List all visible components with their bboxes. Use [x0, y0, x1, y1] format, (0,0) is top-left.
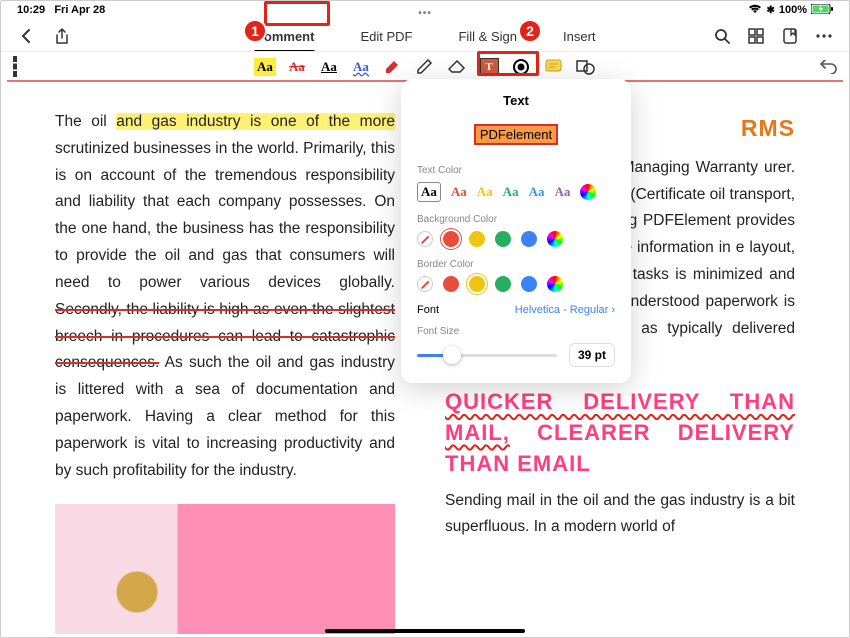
tab-insert[interactable]: Insert [555, 25, 604, 48]
bg-color-blue[interactable] [521, 231, 537, 247]
battery-pct: 100% [779, 4, 807, 16]
label-bg-color: Background Color [417, 214, 615, 225]
label-text-color: Text Color [417, 165, 615, 176]
bluetooth-icon: ✱ [766, 5, 774, 16]
bg-color-red[interactable] [443, 231, 459, 247]
undo-icon[interactable] [819, 58, 837, 76]
share-icon[interactable] [53, 27, 71, 45]
text-color-green[interactable]: Aa [503, 184, 519, 200]
more-icon[interactable] [815, 27, 833, 45]
text-style-panel: Text PDFelement Text Color Aa Aa Aa Aa A… [401, 79, 631, 383]
eraser-tool[interactable] [446, 57, 468, 77]
squiggly-tool[interactable]: Aa [350, 57, 372, 77]
battery-icon [811, 4, 833, 17]
border-color-red[interactable] [443, 276, 459, 292]
thumbnails-icon[interactable] [747, 27, 765, 45]
text-color-yellow[interactable]: Aa [477, 184, 493, 200]
border-color-green[interactable] [495, 276, 511, 292]
border-color-custom[interactable] [547, 276, 563, 292]
text-color-purple[interactable]: Aa [554, 184, 570, 200]
font-size-value[interactable]: 39 pt [569, 343, 615, 367]
underline-tool[interactable]: Aa [318, 57, 340, 77]
pencil-tool[interactable] [414, 57, 436, 77]
panel-title: Text [417, 93, 615, 108]
border-color-none[interactable] [417, 276, 433, 292]
strikethrough-tool[interactable]: Aa [286, 57, 308, 77]
text-color-black[interactable]: Aa [417, 182, 441, 202]
text-color-custom[interactable] [580, 184, 596, 200]
shapes-tool[interactable] [574, 57, 596, 77]
home-indicator[interactable] [325, 629, 525, 633]
label-border-color: Border Color [417, 259, 615, 270]
text-sample: PDFelement [474, 124, 558, 145]
bg-color-custom[interactable] [547, 231, 563, 247]
status-time: 10:29 [17, 4, 45, 16]
text-color-blue[interactable]: Aa [529, 184, 545, 200]
body-text: Sending mail in the oil and the gas indu… [445, 488, 795, 542]
ellipsis-icon[interactable]: ••• [418, 8, 432, 19]
bg-color-green[interactable] [495, 231, 511, 247]
back-button[interactable] [17, 27, 35, 45]
marker-tool[interactable] [382, 57, 404, 77]
body-text: scrutinized businesses in the world. Pri… [55, 140, 395, 291]
border-color-yellow[interactable] [469, 276, 485, 292]
highlight-tool[interactable]: Aa [254, 57, 276, 77]
callout-box-1 [264, 1, 330, 26]
bg-color-none[interactable] [417, 231, 433, 247]
wifi-icon [748, 4, 762, 17]
highlighted-text: and gas industry is one of the more [116, 113, 395, 130]
bg-color-yellow[interactable] [469, 231, 485, 247]
callout-badge-1: 1 [243, 19, 267, 43]
document-image [55, 504, 395, 634]
callout-badge-2: 2 [518, 19, 542, 43]
search-icon[interactable] [713, 27, 731, 45]
callout-box-2 [477, 51, 539, 76]
tab-edit-pdf[interactable]: Edit PDF [352, 25, 420, 48]
note-tool[interactable] [542, 57, 564, 77]
chevron-right-icon: › [611, 304, 615, 316]
tab-fill-sign[interactable]: Fill & Sign [450, 25, 525, 48]
heading-pink: QUICKER DELIVERY THAN MAIL, CLEARER DELI… [445, 387, 795, 479]
label-font-size: Font Size [417, 326, 615, 337]
font-selector[interactable]: Helvetica - Regular › [515, 304, 615, 316]
border-color-blue[interactable] [521, 276, 537, 292]
selection-icon[interactable] [13, 56, 17, 77]
text-color-red[interactable]: Aa [451, 184, 467, 200]
document-left-column: The oil and gas industry is one of the m… [55, 109, 395, 634]
body-text: As such the oil and gas industry is litt… [55, 354, 395, 478]
body-text: The oil [55, 113, 116, 130]
font-size-slider[interactable] [417, 354, 557, 357]
bookmark-icon[interactable] [781, 27, 799, 45]
status-date: Fri Apr 28 [54, 4, 105, 16]
label-font: Font [417, 304, 439, 316]
